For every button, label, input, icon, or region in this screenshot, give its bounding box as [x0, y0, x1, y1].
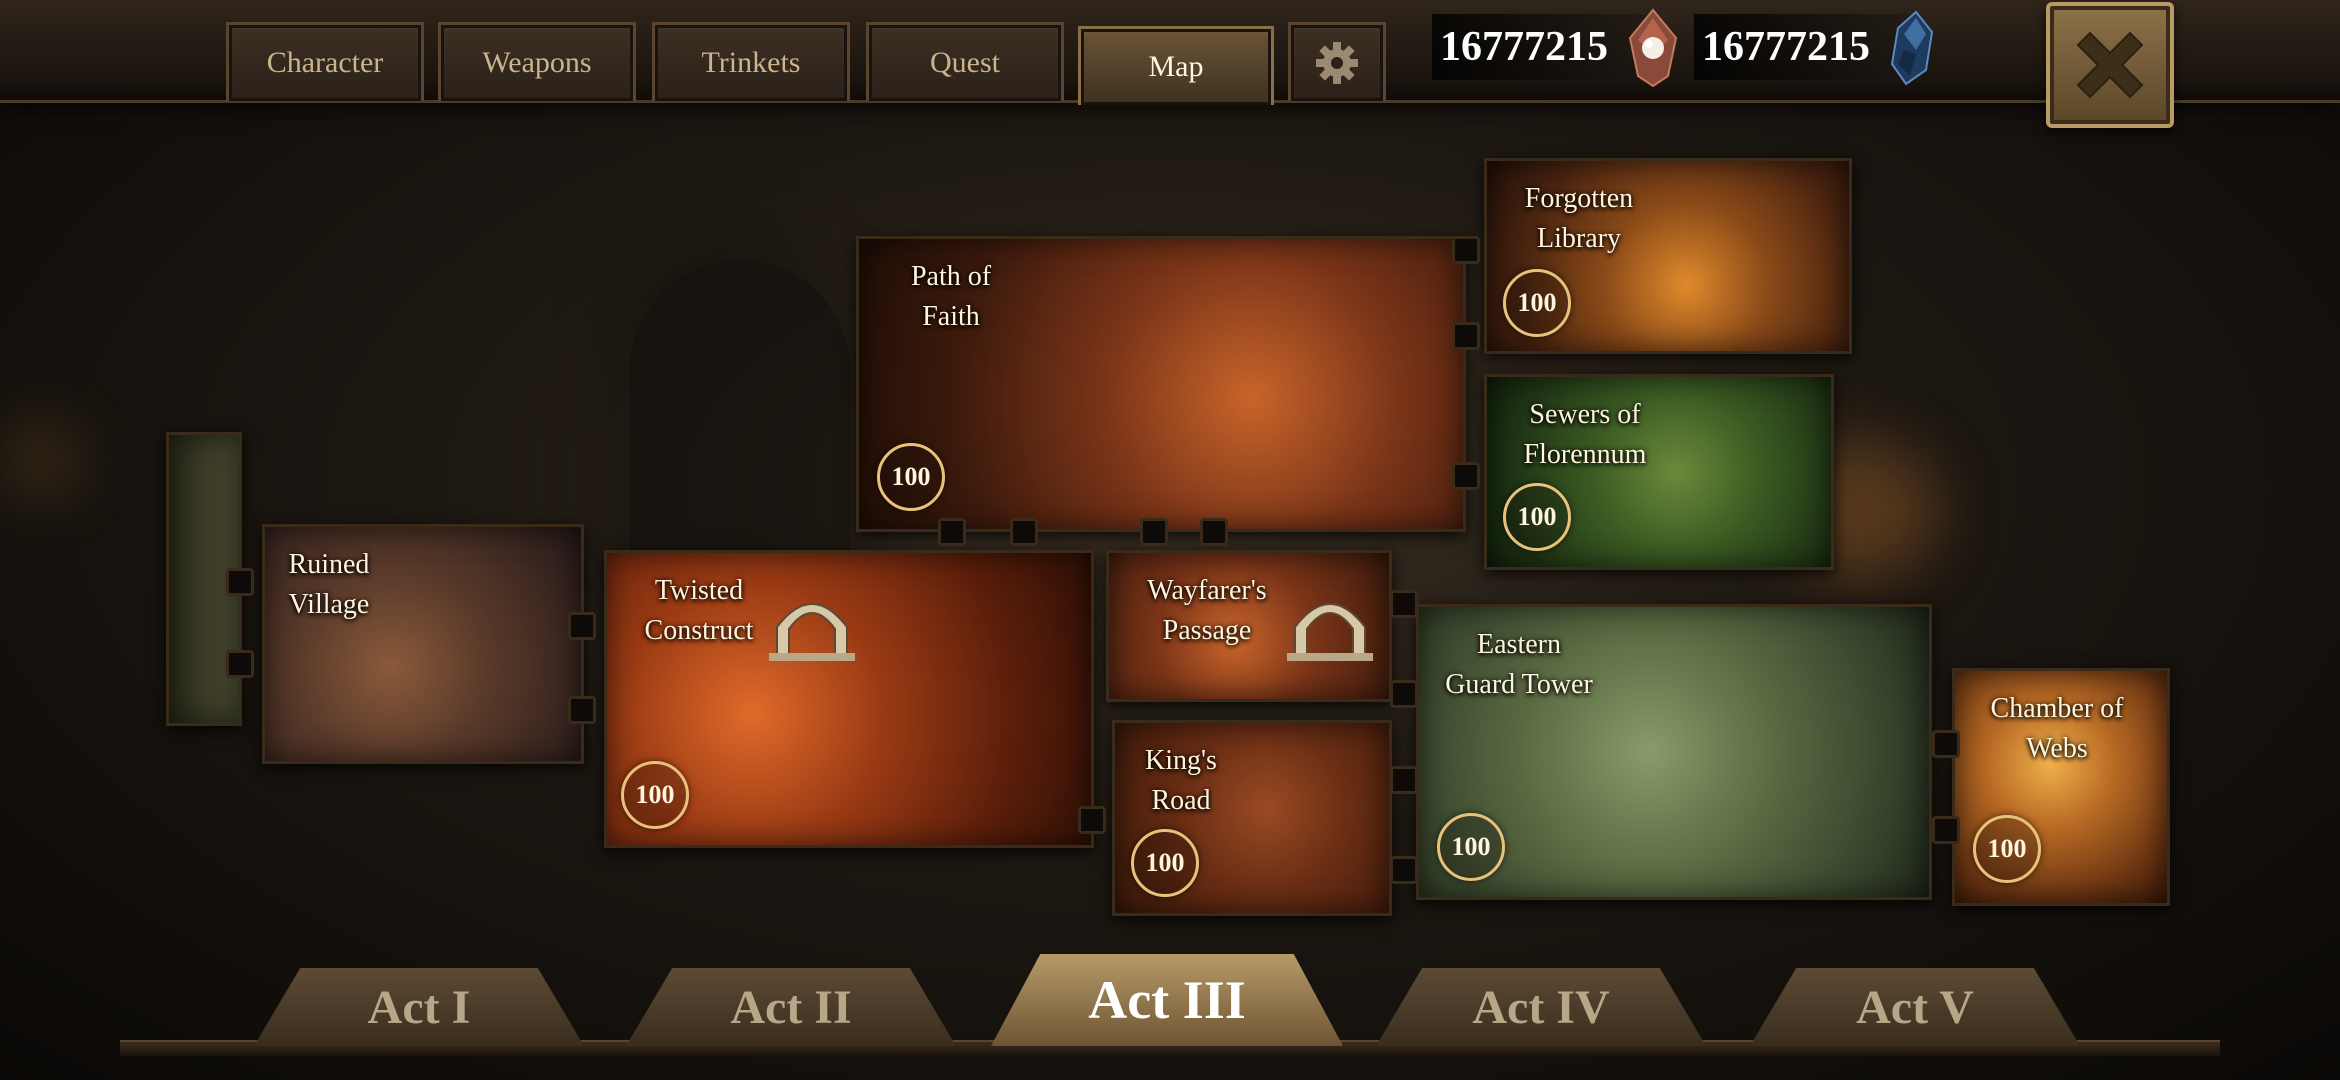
- tile-connector: [1932, 816, 1960, 844]
- location-name: Wayfarer's Passage: [1147, 575, 1267, 646]
- background-archway: [630, 260, 850, 560]
- tile-connector: [1390, 766, 1418, 794]
- tile-connector: [226, 568, 254, 596]
- map-tile-twisted-construct[interactable]: Twisted Construct 100: [604, 550, 1094, 848]
- gear-icon: [1316, 42, 1358, 84]
- act-tab-5[interactable]: Act V: [1750, 968, 2080, 1046]
- map-tile-forgotten-library[interactable]: Forgotten Library 100: [1484, 158, 1852, 354]
- map-tile-eastern-guard-tower[interactable]: Eastern Guard Tower 100: [1416, 604, 1932, 900]
- tile-connector: [568, 612, 596, 640]
- location-name: Path of Faith: [910, 261, 992, 332]
- tile-connector: [1200, 518, 1228, 546]
- progress-badge: 100: [1973, 815, 2041, 883]
- settings-button[interactable]: [1288, 22, 1386, 101]
- map-tile-sewers-of-florennum[interactable]: Sewers of Florennum 100: [1484, 374, 1834, 570]
- location-name: Eastern Guard Tower: [1445, 629, 1593, 700]
- tab-map[interactable]: Map: [1078, 26, 1274, 105]
- tile-connector: [226, 650, 254, 678]
- tab-trinkets[interactable]: Trinkets: [652, 22, 850, 101]
- tile-connector: [1140, 518, 1168, 546]
- tile-connector: [1390, 856, 1418, 884]
- tile-connector: [1932, 730, 1960, 758]
- act-tab-4[interactable]: Act IV: [1376, 968, 1706, 1046]
- act-tab-2[interactable]: Act II: [626, 968, 956, 1046]
- progress-badge: 100: [1503, 483, 1571, 551]
- tile-connector: [1452, 236, 1480, 264]
- portal-arch-icon: [1287, 603, 1373, 661]
- map-tile-ruined-village[interactable]: Ruined Village: [262, 524, 584, 764]
- close-icon: [2076, 31, 2144, 99]
- map-tile-wayfarers-passage[interactable]: Wayfarer's Passage: [1106, 550, 1392, 702]
- location-name: King's Road: [1145, 745, 1217, 816]
- map-tile-chamber-of-webs[interactable]: Chamber of Webs 100: [1952, 668, 2170, 906]
- location-name: Chamber of Webs: [1990, 693, 2124, 764]
- act-tab-3[interactable]: Act III: [991, 954, 1343, 1046]
- progress-badge: 100: [1437, 813, 1505, 881]
- tab-weapons[interactable]: Weapons: [438, 22, 636, 101]
- location-name: Forgotten Library: [1524, 183, 1634, 254]
- progress-badge: 100: [1131, 829, 1199, 897]
- tile-connector: [1010, 518, 1038, 546]
- crystal-currency-value: 16777215: [1702, 24, 1870, 70]
- progress-badge: 100: [621, 761, 689, 829]
- pearl-currency-value: 16777215: [1440, 24, 1608, 70]
- tile-connector: [568, 696, 596, 724]
- map-tile-kings-road[interactable]: King's Road 100: [1112, 720, 1392, 916]
- tile-connector: [1078, 806, 1106, 834]
- tile-connector: [938, 518, 966, 546]
- tile-connector: [1452, 322, 1480, 350]
- portal-arch-icon: [769, 603, 855, 661]
- background-glow: [0, 420, 80, 500]
- tab-character[interactable]: Character: [226, 22, 424, 101]
- pearl-gem-icon: [1628, 8, 1678, 88]
- progress-badge: 100: [1503, 269, 1571, 337]
- blue-crystal-icon: [1890, 10, 1934, 86]
- location-name: Sewers of Florennum: [1523, 399, 1647, 470]
- progress-badge: 100: [877, 443, 945, 511]
- tile-connector: [1390, 590, 1418, 618]
- act-tab-1[interactable]: Act I: [254, 968, 584, 1046]
- location-name: Ruined Village: [288, 549, 370, 620]
- tile-connector: [1390, 680, 1418, 708]
- tab-quest[interactable]: Quest: [866, 22, 1064, 101]
- tile-connector: [1452, 462, 1480, 490]
- map-tile-path-of-faith[interactable]: Path of Faith 100: [856, 236, 1466, 532]
- close-button[interactable]: [2046, 2, 2174, 128]
